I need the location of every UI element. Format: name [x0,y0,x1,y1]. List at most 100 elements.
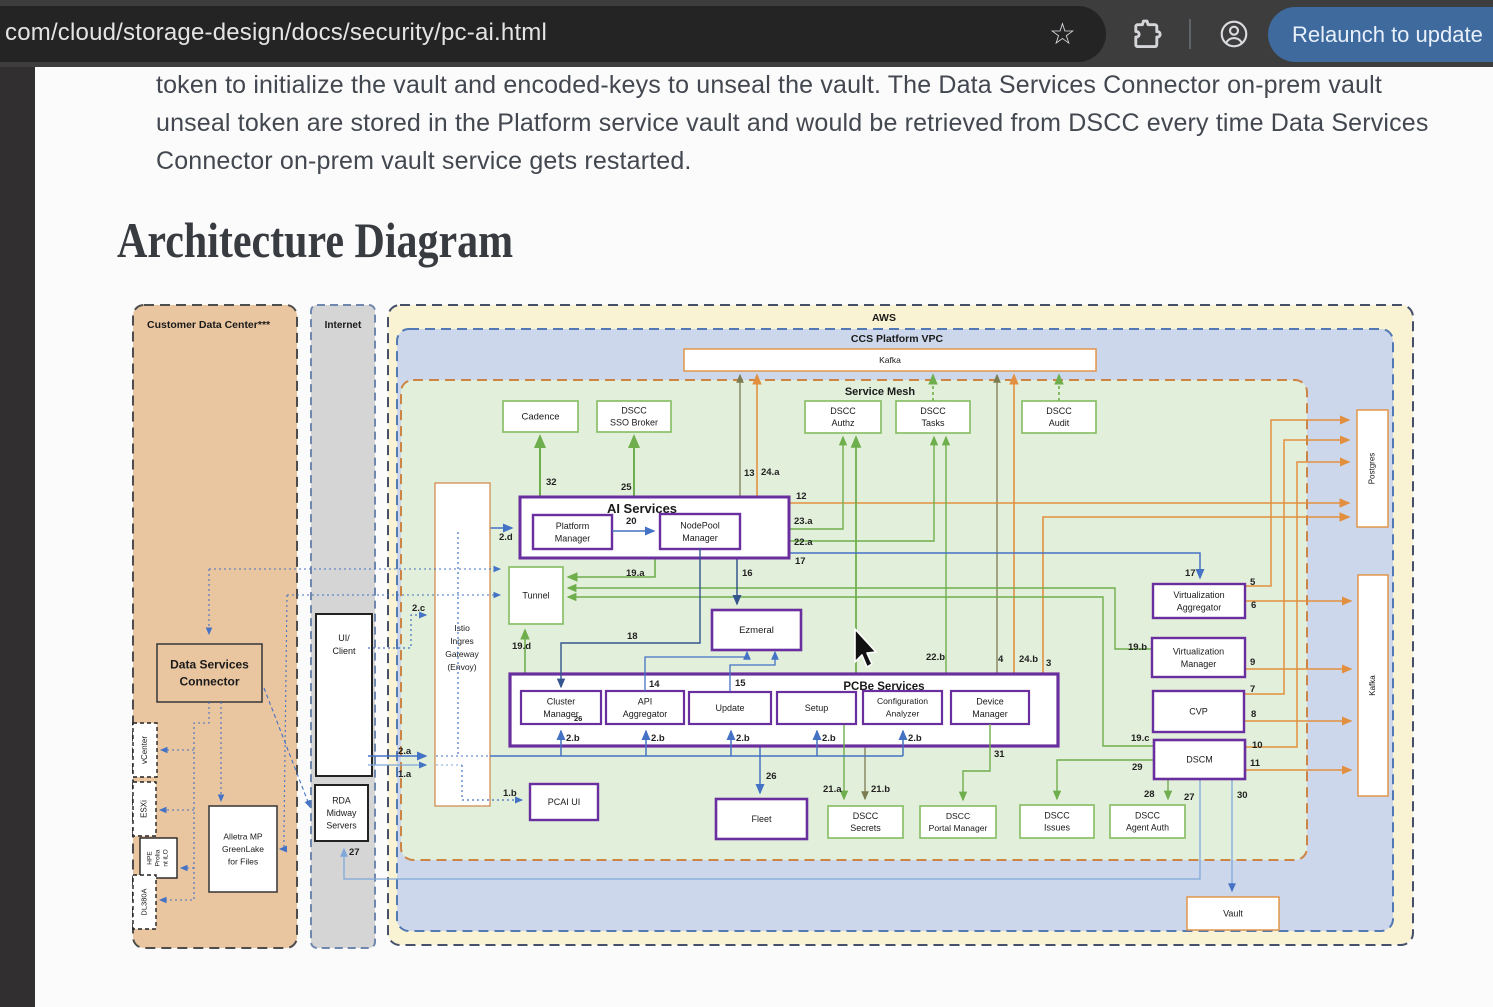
svg-text:12: 12 [796,491,807,502]
svg-text:Setup: Setup [805,703,829,713]
svg-text:NodePool: NodePool [680,520,720,530]
svg-text:Cluster: Cluster [547,696,576,706]
svg-text:Prolia: Prolia [155,849,162,866]
svg-text:Connector: Connector [180,675,240,689]
svg-text:Kafka: Kafka [879,355,901,365]
svg-text:19.b: 19.b [1128,642,1147,653]
svg-text:30: 30 [1237,790,1248,801]
svg-text:28: 28 [1144,789,1155,800]
svg-text:DSCC: DSCC [830,406,856,416]
svg-text:Client: Client [332,646,356,656]
svg-text:DSCC: DSCC [853,811,879,821]
svg-text:22.b: 22.b [926,652,945,663]
svg-text:25: 25 [621,482,632,493]
svg-text:21.a: 21.a [823,784,842,795]
svg-text:16: 16 [742,568,753,579]
svg-text:DL380A: DL380A [139,888,148,915]
svg-text:Service Mesh: Service Mesh [845,386,916,398]
svg-text:Gateway: Gateway [445,649,479,659]
svg-text:15: 15 [735,678,746,689]
svg-text:17: 17 [795,556,806,567]
svg-text:Customer Data Center***: Customer Data Center*** [147,319,271,331]
svg-text:Platform: Platform [556,521,590,531]
svg-text:nt iLO: nt iLO [163,849,170,866]
svg-text:19.d: 19.d [512,641,531,652]
svg-text:Agent Auth: Agent Auth [1126,822,1169,832]
svg-text:Device: Device [976,696,1004,706]
svg-text:Authz: Authz [831,418,855,428]
svg-text:18: 18 [627,631,638,642]
svg-text:1.a: 1.a [398,769,412,780]
svg-text:10: 10 [1252,740,1263,751]
svg-text:Analyzer: Analyzer [886,709,920,719]
svg-text:20: 20 [626,516,637,527]
svg-text:CCS Platform VPC: CCS Platform VPC [851,333,944,345]
svg-text:29: 29 [1132,762,1143,773]
svg-text:23.a: 23.a [794,516,813,527]
svg-text:2.b: 2.b [736,733,750,744]
svg-text:UI/: UI/ [338,633,350,643]
svg-text:HPE: HPE [147,851,154,865]
svg-text:1.b: 1.b [503,788,517,799]
svg-text:13: 13 [744,468,755,479]
svg-text:11: 11 [1250,758,1261,769]
svg-text:8: 8 [1251,709,1256,720]
svg-text:Midway: Midway [327,808,357,818]
svg-text:Update: Update [715,703,744,713]
svg-text:DSCM: DSCM [1186,755,1213,765]
svg-text:Audit: Audit [1049,418,1070,428]
svg-text:Manager: Manager [1181,659,1217,669]
svg-text:Istio: Istio [454,623,470,633]
svg-text:Internet: Internet [325,320,362,331]
svg-text:DSCC: DSCC [1135,810,1161,820]
svg-text:ESXi: ESXi [140,800,149,818]
svg-text:Virtualization: Virtualization [1173,646,1224,656]
svg-text:DSCC: DSCC [920,406,946,416]
svg-text:Issues: Issues [1044,823,1071,833]
svg-text:27: 27 [1184,792,1195,803]
svg-text:19.c: 19.c [1131,733,1150,744]
svg-text:vCenter: vCenter [140,736,149,764]
svg-text:2.b: 2.b [908,733,922,744]
svg-text:Data Services: Data Services [170,658,249,672]
svg-text:SSO Broker: SSO Broker [610,418,658,428]
svg-text:Vault: Vault [1223,909,1243,919]
svg-text:19.a: 19.a [626,568,645,579]
svg-text:2.a: 2.a [398,746,412,757]
svg-text:Fleet: Fleet [751,814,772,824]
svg-text:(Envoy): (Envoy) [447,662,476,672]
svg-text:Cadence: Cadence [521,412,559,423]
svg-text:for Files: for Files [228,856,258,866]
svg-text:2.c: 2.c [412,603,425,614]
svg-text:Tasks: Tasks [921,418,945,428]
svg-text:32: 32 [546,477,557,488]
svg-text:Postgres: Postgres [1368,453,1377,485]
svg-text:2.b: 2.b [822,733,836,744]
svg-text:Manager: Manager [555,533,591,543]
svg-text:2.d: 2.d [499,532,513,543]
svg-text:Manager: Manager [972,709,1008,719]
svg-text:4: 4 [998,654,1004,665]
svg-text:22.a: 22.a [794,537,813,548]
svg-text:Aggregator: Aggregator [623,709,668,719]
svg-text:2.b: 2.b [566,733,580,744]
svg-text:27: 27 [349,847,360,858]
svg-text:Alletra MP: Alletra MP [223,831,263,841]
svg-text:Tunnel: Tunnel [522,591,549,601]
svg-text:31: 31 [994,749,1005,760]
svg-text:2.b: 2.b [651,733,665,744]
svg-text:Aggregator: Aggregator [1177,602,1222,612]
svg-text:RDA: RDA [332,795,351,805]
svg-text:DSCC: DSCC [1044,811,1070,821]
svg-text:Manager: Manager [682,533,718,543]
svg-text:Portal Manager: Portal Manager [929,823,988,833]
svg-text:3: 3 [1046,658,1051,669]
svg-text:5: 5 [1250,577,1256,588]
svg-text:Configuration: Configuration [877,696,928,706]
svg-text:6: 6 [1251,600,1256,611]
svg-text:14: 14 [649,679,660,690]
svg-text:DSCC: DSCC [621,406,647,416]
svg-text:AWS: AWS [872,312,896,324]
svg-text:7: 7 [1250,684,1255,695]
svg-text:Virtualization: Virtualization [1173,590,1224,600]
